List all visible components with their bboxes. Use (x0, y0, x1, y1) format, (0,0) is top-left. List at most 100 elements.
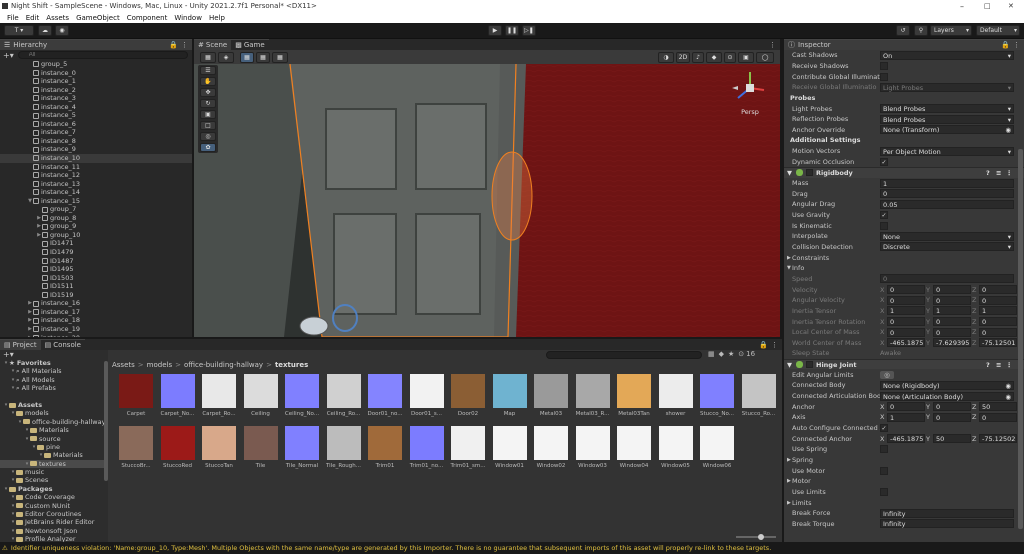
asset-item[interactable]: shower (656, 374, 696, 417)
tab-console[interactable]: ▤ Console (40, 339, 85, 350)
lighting-toggle[interactable]: ◑ (658, 51, 674, 63)
tab-inspector[interactable]: ⓘ Inspector 🔒 ⋮ (784, 39, 1024, 50)
layers-dropdown[interactable]: Layers ▾ (930, 25, 972, 36)
hierarchy-item[interactable]: instance_9 (0, 145, 192, 154)
hierarchy-item[interactable]: ▶instance_20 (0, 334, 192, 337)
property-dropdown[interactable]: On ▾ (880, 50, 1014, 60)
kebab-menu-icon[interactable]: ⋮ (1006, 169, 1013, 177)
menu-item-component[interactable]: Component (127, 14, 168, 22)
hidden-objects-icon[interactable]: ⊙ (724, 51, 736, 63)
hierarchy-item[interactable]: ID1487 (0, 257, 192, 266)
chevron-right-icon[interactable]: ▶ (787, 255, 791, 261)
property-dropdown[interactable]: Light Probes ▾ (880, 82, 1014, 92)
hierarchy-item[interactable]: instance_0 (0, 69, 192, 78)
kebab-menu-icon[interactable]: ⋮ (181, 41, 188, 49)
asset-item[interactable]: Trim01_sm... (448, 426, 488, 469)
property-field[interactable]: 0.05 (880, 199, 1014, 209)
chevron-right-icon[interactable]: ▶ (787, 457, 791, 463)
vector-y-field[interactable]: 0 (933, 295, 971, 305)
asset-item[interactable]: Stucco_No... (697, 374, 737, 417)
edit-angular-limits-button[interactable]: ◎ (880, 370, 894, 379)
hierarchy-item[interactable]: ▶ group_9 (0, 222, 192, 231)
vector-z-field[interactable]: 0 (979, 295, 1017, 305)
effects-dropdown[interactable]: ◆ (706, 51, 722, 63)
foldout-label[interactable]: Limits (792, 499, 812, 507)
hierarchy-item[interactable]: ▼ instance_15 (0, 197, 192, 206)
hierarchy-search-input[interactable] (17, 51, 188, 59)
vector-y-field[interactable]: -7.629395 (933, 338, 971, 348)
asset-item[interactable]: Window06 (697, 426, 737, 469)
vector-y-field[interactable]: 0 (933, 317, 971, 327)
hierarchy-item[interactable]: instance_1 (0, 77, 192, 86)
vector-y-field[interactable]: 0 (933, 327, 971, 337)
hierarchy-item[interactable]: ▶ instance_19 (0, 325, 192, 334)
hierarchy-item[interactable]: ▶ group_10 (0, 231, 192, 240)
menu-item-assets[interactable]: Assets (46, 14, 69, 22)
asset-item[interactable]: Stucco_Ro... (739, 374, 779, 417)
collab-icon[interactable]: ◉ (55, 25, 69, 36)
object-picker-icon[interactable]: ◉ (1005, 382, 1011, 390)
menu-item-edit[interactable]: Edit (26, 14, 40, 22)
hierarchy-item[interactable]: ID1519 (0, 291, 192, 300)
property-field[interactable]: Infinity (880, 519, 1014, 529)
hierarchy-item[interactable]: instance_2 (0, 86, 192, 95)
gizmos-dropdown[interactable]: ◯ (756, 51, 774, 63)
hierarchy-item[interactable]: ▶ group_8 (0, 214, 192, 223)
project-tree-item[interactable] (0, 393, 108, 401)
asset-item[interactable]: StuccoRed (158, 426, 198, 469)
vector-z-field[interactable]: 0 (979, 317, 1017, 327)
asset-item[interactable]: Ceiling (241, 374, 281, 417)
menu-item-help[interactable]: Help (209, 14, 225, 22)
scene-viewport[interactable]: ☰ ✋ ✥ ↻ ▣ □ ◎ ✿ Persp (194, 64, 780, 337)
orientation-gizmo[interactable]: Persp (730, 68, 770, 116)
project-tree-item[interactable]: ▾ office-building-hallway (0, 418, 108, 426)
asset-item[interactable]: Metal03Tan (614, 374, 654, 417)
kebab-menu-icon[interactable]: ⋮ (771, 341, 778, 349)
asset-item[interactable]: Ceiling_No... (282, 374, 322, 417)
property-field[interactable]: Infinity (880, 508, 1014, 518)
hierarchy-item[interactable]: group_5 (0, 60, 192, 69)
breadcrumb-item[interactable]: office-building-hallway (184, 361, 263, 369)
vector-x-field[interactable]: 0 (887, 327, 925, 337)
hierarchy-item[interactable]: ID1495 (0, 265, 192, 274)
asset-item[interactable]: Tile (241, 426, 281, 469)
property-field[interactable]: None (Articulation Body) ◉ (880, 391, 1014, 401)
menu-item-window[interactable]: Window (174, 14, 202, 22)
asset-item[interactable]: Window05 (656, 426, 696, 469)
scale-tool-icon[interactable]: ▣ (200, 110, 216, 119)
asset-item[interactable]: Door01_s... (407, 374, 447, 417)
asset-item[interactable]: Carpet (116, 374, 156, 417)
project-search-input[interactable] (546, 351, 702, 359)
lock-icon[interactable]: 🔒 (169, 41, 178, 49)
hand-tool-icon[interactable]: ✋ (200, 77, 216, 86)
vector-x-field[interactable]: 0 (887, 285, 925, 295)
project-tree-item[interactable]: ▾ Newtonsoft Json (0, 527, 108, 535)
asset-item[interactable]: StuccoTan (199, 426, 239, 469)
project-tree-item[interactable]: ▾ textures (0, 459, 108, 469)
property-field[interactable]: None (Rigidbody) ◉ (880, 380, 1014, 390)
property-checkbox[interactable]: ✓ (880, 157, 888, 166)
shading-dropdown[interactable]: ◈ (218, 51, 234, 63)
asset-item[interactable]: Trim01_no... (407, 426, 447, 469)
hierarchy-item[interactable]: ID1471 (0, 239, 192, 248)
vector-x-field[interactable]: 0 (887, 295, 925, 305)
chevron-down-icon[interactable]: ▼ (787, 361, 792, 369)
filter-type-icon[interactable]: ▦ (708, 350, 715, 358)
kebab-menu-icon[interactable]: ⋮ (1013, 41, 1020, 49)
property-dropdown[interactable]: Per Object Motion ▾ (880, 146, 1014, 156)
hierarchy-item[interactable]: instance_12 (0, 171, 192, 180)
vector-z-field[interactable]: 0 (979, 285, 1017, 295)
vector-z-field[interactable]: -75.12502 (979, 434, 1017, 444)
slider-handle[interactable] (758, 534, 764, 540)
audio-toggle[interactable]: ♪ (692, 51, 704, 63)
menu-item-gameobject[interactable]: GameObject (76, 14, 120, 22)
project-tree-item[interactable]: ▾ Scenes (0, 476, 108, 484)
asset-item[interactable]: Ceiling_Ro... (324, 374, 364, 417)
step-button[interactable]: ▷❚ (522, 25, 536, 36)
lock-icon[interactable]: 🔒 (1001, 41, 1010, 49)
presets-icon[interactable]: ≡ (996, 169, 1001, 177)
hierarchy-item[interactable]: instance_7 (0, 128, 192, 137)
component-enabled-checkbox[interactable] (806, 169, 813, 177)
vector-y-field[interactable]: 0 (933, 402, 971, 412)
asset-item[interactable]: Metal03 (531, 374, 571, 417)
